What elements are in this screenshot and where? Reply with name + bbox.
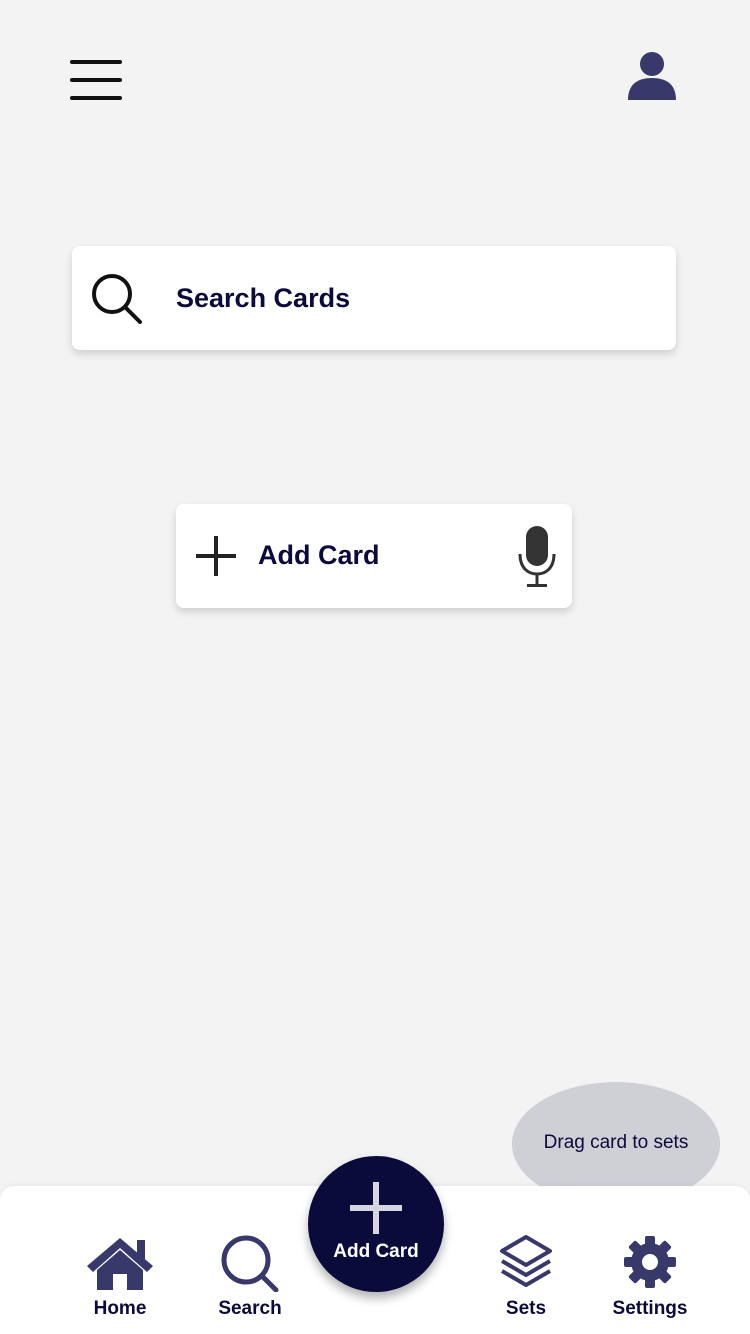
nav-sets[interactable]: Sets <box>476 1186 576 1334</box>
add-card-label: Add Card <box>258 540 380 570</box>
add-card-button[interactable]: Add Card <box>176 504 572 608</box>
nav-search[interactable]: Search <box>200 1186 300 1334</box>
hamburger-menu-icon <box>70 60 122 64</box>
add-card-fab[interactable]: Add Card <box>308 1156 444 1292</box>
layers-icon <box>500 1235 552 1287</box>
nav-sets-label: Sets <box>505 1298 547 1319</box>
home-icon <box>87 1238 153 1290</box>
search-bar[interactable] <box>72 246 676 350</box>
search-icon <box>221 1235 279 1292</box>
microphone-icon[interactable] <box>516 524 558 590</box>
menu-button[interactable] <box>66 56 126 106</box>
nav-settings[interactable]: Settings <box>594 1186 706 1334</box>
search-icon <box>92 274 142 324</box>
gear-icon <box>624 1236 676 1288</box>
plus-icon <box>350 1182 402 1234</box>
nav-home-label: Home <box>93 1298 147 1319</box>
nav-search-label: Search <box>218 1298 282 1319</box>
nav-settings-label: Settings <box>612 1298 688 1319</box>
plus-icon <box>196 536 236 576</box>
profile-button[interactable] <box>624 50 680 104</box>
nav-home[interactable]: Home <box>70 1186 170 1334</box>
search-input[interactable] <box>176 274 646 322</box>
tooltip-text: Drag card to sets <box>543 1132 689 1153</box>
fab-label: Add Card <box>333 1241 419 1262</box>
user-profile-icon <box>628 52 676 100</box>
